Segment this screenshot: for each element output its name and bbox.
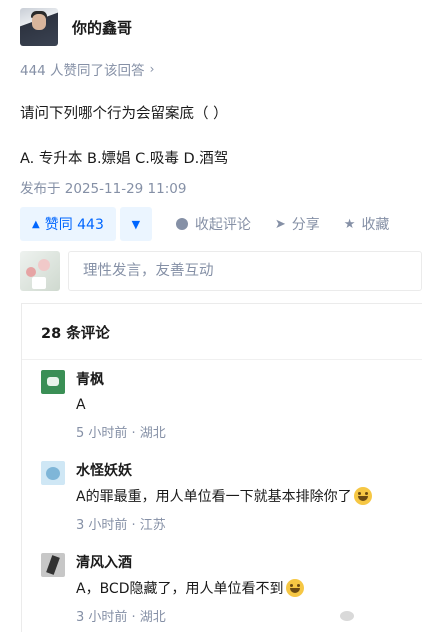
weibo-watermark	[340, 611, 357, 621]
paper-plane-icon: ➤	[274, 216, 286, 232]
comment-input[interactable]	[68, 251, 422, 291]
upvote-button[interactable]: ▲ 赞同 443	[20, 207, 116, 241]
upvote-note-text: 444 人赞同了该回答	[20, 63, 145, 79]
author-avatar[interactable]	[20, 8, 58, 46]
favorite-button[interactable]: ★ 收藏	[344, 214, 390, 234]
collapse-comments-label: 收起评论	[194, 217, 251, 233]
publish-time: 发布于 2025-11-29 11:09	[20, 181, 187, 197]
current-user-avatar[interactable]	[20, 251, 60, 291]
share-button[interactable]: ➤ 分享	[275, 214, 320, 234]
commenter-name[interactable]: 水怪妖妖	[76, 461, 422, 481]
comments-count-title: 28 条评论	[41, 326, 110, 342]
commenter-name[interactable]: 青枫	[76, 370, 422, 390]
share-label: 分享	[291, 217, 320, 233]
avatar-vase	[32, 277, 46, 289]
divider	[22, 359, 422, 360]
avatar-face	[32, 14, 46, 30]
triangle-down-icon: ▼	[131, 217, 141, 231]
comments-panel: 28 条评论 青枫 A 5 小时前 · 湖北 水怪妖妖 A的罪最重，用人单位看一…	[21, 303, 422, 632]
comment-text: A的罪最重，用人单位看一下就基本排除你了	[76, 489, 352, 505]
comment-text: A，BCD隐藏了，用人单位看不到	[76, 581, 284, 597]
commenter-avatar[interactable]	[41, 461, 65, 485]
triangle-up-icon: ▲	[32, 218, 40, 230]
commenter-avatar[interactable]	[41, 553, 65, 577]
laugh-emoji-icon	[285, 579, 304, 597]
comment-text-row: A，BCD隐藏了，用人单位看不到	[76, 579, 422, 598]
star-icon: ★	[343, 216, 356, 232]
commenter-name[interactable]: 清风入酒	[76, 553, 422, 573]
weibo-logo-icon	[340, 611, 354, 621]
comment-meta: 3 小时前 · 湖北	[76, 610, 166, 625]
answer-action-bar: ▲ 赞同 443 ▼ 收起评论 ➤ 分享 ★ 收藏	[20, 207, 389, 241]
grin-emoji-icon	[353, 487, 372, 505]
avatar-flower	[38, 259, 50, 271]
author-name[interactable]: 你的鑫哥	[72, 17, 132, 38]
collapse-comments-button[interactable]: 收起评论	[175, 214, 251, 234]
upvote-count-link[interactable]: 444 人赞同了该回答 ›	[20, 59, 154, 79]
comment-text: A	[76, 397, 86, 413]
comment-bubble-icon	[175, 218, 188, 230]
avatar-flower	[26, 267, 36, 277]
comment-text-row: A的罪最重，用人单位看一下就基本排除你了	[76, 487, 422, 506]
favorite-label: 收藏	[361, 217, 390, 233]
comment-meta: 5 小时前 · 湖北	[76, 426, 166, 441]
comment-composer	[20, 251, 422, 291]
commenter-avatar[interactable]	[41, 370, 65, 394]
answer-options-text: A. 专升本 B.嫖娼 C.吸毒 D.酒驾	[20, 151, 229, 167]
chevron-right-icon: ›	[149, 62, 155, 76]
upvote-label: 赞同 443	[44, 217, 104, 233]
comment-meta: 3 小时前 · 江苏	[76, 518, 166, 533]
answer-author[interactable]: 你的鑫哥	[20, 8, 132, 46]
answer-question-text: 请问下列哪个行为会留案底（ ）	[20, 106, 228, 122]
downvote-button[interactable]: ▼	[119, 207, 152, 241]
